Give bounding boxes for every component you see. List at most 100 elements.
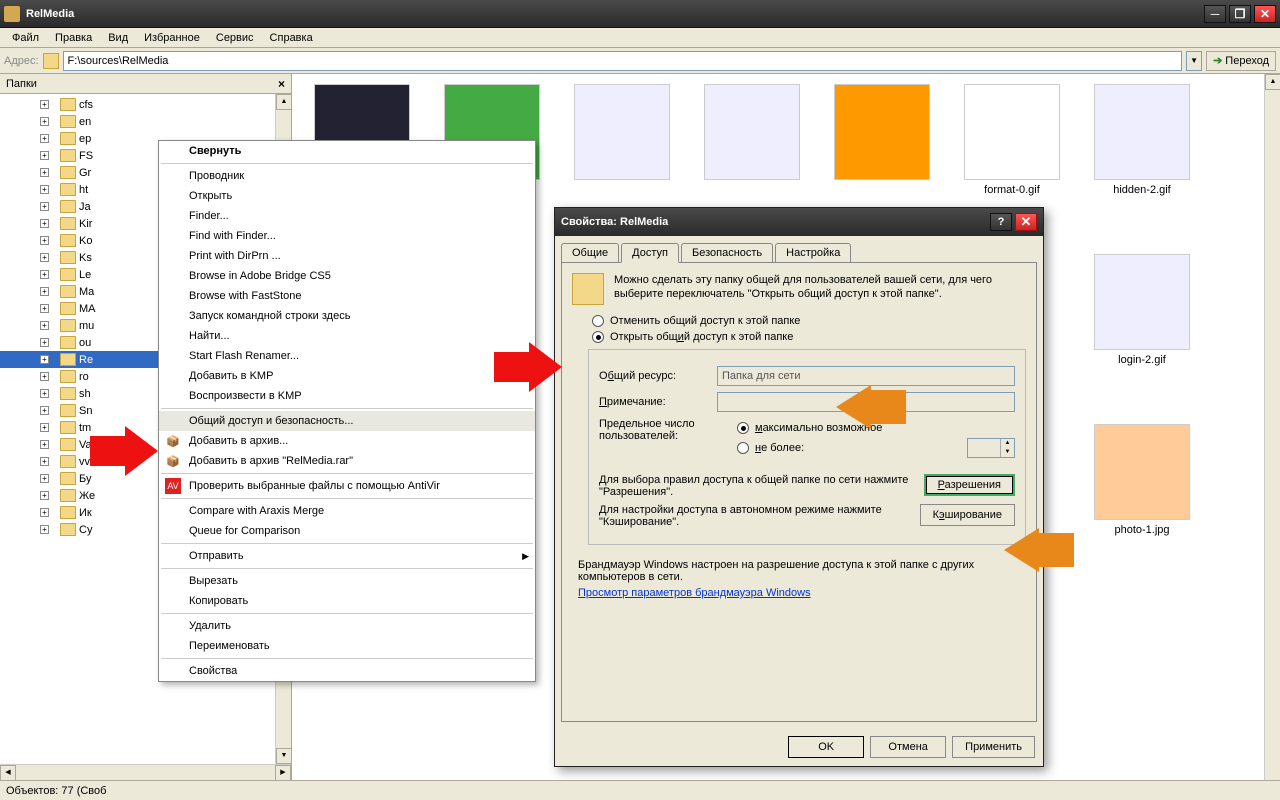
expand-icon[interactable]: + xyxy=(40,236,49,245)
context-menu-item[interactable]: Свойства xyxy=(159,661,535,681)
expand-icon[interactable]: + xyxy=(40,321,49,330)
context-menu-item[interactable]: Compare with Araxis Merge xyxy=(159,501,535,521)
menu-Избранное[interactable]: Избранное xyxy=(136,30,208,46)
maximize-button[interactable]: ❐ xyxy=(1229,5,1251,23)
expand-icon[interactable]: + xyxy=(40,304,49,313)
menu-Вид[interactable]: Вид xyxy=(100,30,136,46)
dialog-help-button[interactable]: ? xyxy=(990,213,1012,231)
tab-Общие[interactable]: Общие xyxy=(561,243,619,263)
go-button[interactable]: ➔Переход xyxy=(1206,51,1276,71)
context-menu-item[interactable]: Queue for Comparison xyxy=(159,521,535,541)
close-button[interactable]: ✕ xyxy=(1254,5,1276,23)
scroll-up-button[interactable]: ▲ xyxy=(1265,74,1280,90)
thumbnail[interactable]: format-0.gif xyxy=(952,84,1072,196)
menu-Правка[interactable]: Правка xyxy=(47,30,100,46)
expand-icon[interactable]: + xyxy=(40,168,49,177)
context-menu-item[interactable]: Воспроизвести в KMP xyxy=(159,386,535,406)
radio-max-users[interactable]: максимально возможное xyxy=(737,422,1015,434)
context-menu-item[interactable]: Проводник xyxy=(159,166,535,186)
expand-icon[interactable]: + xyxy=(40,474,49,483)
context-menu-item[interactable]: Копировать xyxy=(159,591,535,611)
share-name-input[interactable] xyxy=(717,366,1015,386)
radio-limit-users[interactable]: не более: ▲▼ xyxy=(737,438,1015,458)
expand-icon[interactable]: + xyxy=(40,219,49,228)
context-menu-item[interactable]: Browse with FastStone xyxy=(159,286,535,306)
tree-hscrollbar[interactable]: ◀ ▶ xyxy=(0,764,291,780)
context-menu-item[interactable]: Вырезать xyxy=(159,571,535,591)
ok-button[interactable]: OK xyxy=(788,736,864,758)
expand-icon[interactable]: + xyxy=(40,423,49,432)
thumbnail[interactable]: login-2.gif xyxy=(1082,254,1202,366)
scroll-left-button[interactable]: ◀ xyxy=(0,765,16,781)
context-menu-item[interactable]: AVПроверить выбранные файлы с помощью An… xyxy=(159,476,535,496)
expand-icon[interactable]: + xyxy=(40,253,49,262)
scroll-right-button[interactable]: ▶ xyxy=(275,765,291,781)
minimize-button[interactable]: ─ xyxy=(1204,5,1226,23)
apply-button[interactable]: Применить xyxy=(952,736,1035,758)
context-menu-item[interactable]: Удалить xyxy=(159,616,535,636)
context-menu-item[interactable]: Найти... xyxy=(159,326,535,346)
scroll-down-button[interactable]: ▼ xyxy=(276,748,291,764)
context-menu-item[interactable]: 📦Добавить в архив "RelMedia.rar" xyxy=(159,451,535,471)
firewall-link[interactable]: Просмотр параметров брандмауэра Windows xyxy=(578,587,811,599)
expand-icon[interactable]: + xyxy=(40,525,49,534)
dialog-titlebar[interactable]: Свойства: RelMedia ? ✕ xyxy=(555,208,1043,236)
expand-icon[interactable]: + xyxy=(40,117,49,126)
expand-icon[interactable]: + xyxy=(40,389,49,398)
tab-Доступ[interactable]: Доступ xyxy=(621,243,679,263)
scroll-up-button[interactable]: ▲ xyxy=(276,94,291,110)
expand-icon[interactable]: + xyxy=(40,508,49,517)
tree-item[interactable]: +cfs xyxy=(0,96,291,113)
context-menu-item[interactable]: Запуск командной строки здесь xyxy=(159,306,535,326)
expand-icon[interactable]: + xyxy=(40,270,49,279)
folders-close-icon[interactable]: × xyxy=(278,77,285,91)
tree-item[interactable]: +en xyxy=(0,113,291,130)
context-menu-item[interactable]: Browse in Adobe Bridge CS5 xyxy=(159,266,535,286)
menu-Файл[interactable]: Файл xyxy=(4,30,47,46)
address-input[interactable]: F:\sources\RelMedia xyxy=(63,51,1183,71)
context-menu-item[interactable]: Start Flash Renamer... xyxy=(159,346,535,366)
expand-icon[interactable]: + xyxy=(40,372,49,381)
dialog-close-button[interactable]: ✕ xyxy=(1015,213,1037,231)
expand-icon[interactable]: + xyxy=(40,355,49,364)
thumbnail[interactable] xyxy=(822,84,942,184)
content-scrollbar[interactable]: ▲ xyxy=(1264,74,1280,780)
tab-Настройка[interactable]: Настройка xyxy=(775,243,851,263)
thumbnail[interactable]: photo-1.jpg xyxy=(1082,424,1202,536)
note-input[interactable] xyxy=(717,392,1015,412)
context-menu-item[interactable]: Общий доступ и безопасность... xyxy=(159,411,535,431)
expand-icon[interactable]: + xyxy=(40,457,49,466)
radio-disable-share[interactable]: Отменить общий доступ к этой папке xyxy=(592,315,1026,327)
thumbnail[interactable] xyxy=(692,84,812,184)
expand-icon[interactable]: + xyxy=(40,100,49,109)
address-dropdown[interactable]: ▼ xyxy=(1186,51,1202,71)
menu-Сервис[interactable]: Сервис xyxy=(208,30,262,46)
caching-button[interactable]: Кэширование xyxy=(920,504,1015,526)
cancel-button[interactable]: Отмена xyxy=(870,736,946,758)
context-menu-item[interactable]: 📦Добавить в архив... xyxy=(159,431,535,451)
expand-icon[interactable]: + xyxy=(40,202,49,211)
expand-icon[interactable]: + xyxy=(40,338,49,347)
thumbnail[interactable]: hidden-2.gif xyxy=(1082,84,1202,196)
context-menu-item[interactable]: Свернуть xyxy=(159,141,535,161)
expand-icon[interactable]: + xyxy=(40,185,49,194)
context-menu-item[interactable]: Открыть xyxy=(159,186,535,206)
expand-icon[interactable]: + xyxy=(40,440,49,449)
context-menu-item[interactable]: Finder... xyxy=(159,206,535,226)
context-menu-item[interactable]: Переименовать xyxy=(159,636,535,656)
tab-Безопасность[interactable]: Безопасность xyxy=(681,243,773,263)
expand-icon[interactable]: + xyxy=(40,151,49,160)
user-limit-spinner[interactable]: ▲▼ xyxy=(967,438,1015,458)
context-menu-item[interactable]: Print with DirPrn ... xyxy=(159,246,535,266)
permissions-button[interactable]: Разрешения xyxy=(924,474,1015,496)
expand-icon[interactable]: + xyxy=(40,134,49,143)
context-menu-item[interactable]: Find with Finder... xyxy=(159,226,535,246)
expand-icon[interactable]: + xyxy=(40,406,49,415)
expand-icon[interactable]: + xyxy=(40,491,49,500)
thumbnail[interactable] xyxy=(562,84,682,184)
radio-enable-share[interactable]: Открыть общий доступ к этой папке xyxy=(592,331,1026,343)
context-menu-item[interactable]: Отправить▶ xyxy=(159,546,535,566)
menu-Справка[interactable]: Справка xyxy=(262,30,321,46)
context-menu-item[interactable]: Добавить в KMP xyxy=(159,366,535,386)
expand-icon[interactable]: + xyxy=(40,287,49,296)
